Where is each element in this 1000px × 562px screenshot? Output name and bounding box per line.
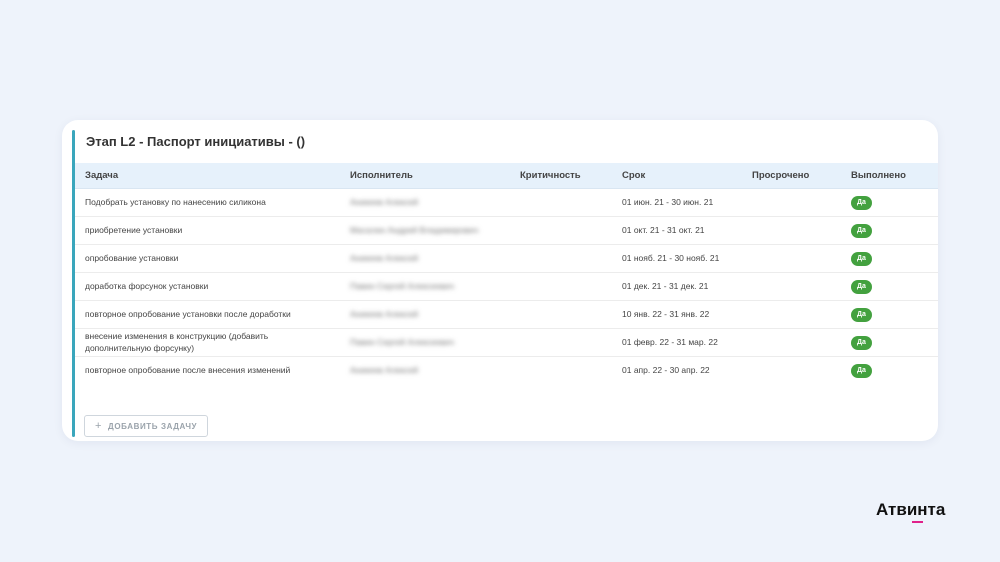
column-header-overdue[interactable]: Просрочено bbox=[742, 163, 841, 189]
done-badge: Да bbox=[851, 363, 872, 378]
tasks-table: Задача Исполнитель Критичность Срок Прос… bbox=[75, 163, 938, 384]
assignee-cell: Аникеев Алексей bbox=[340, 244, 510, 273]
deadline-cell: 01 нояб. 21 - 30 нояб. 21 bbox=[612, 244, 742, 273]
task-cell: внесение изменения в конструкцию (добави… bbox=[75, 328, 340, 357]
overdue-cell bbox=[742, 216, 841, 245]
task-cell: повторное опробование после внесения изм… bbox=[85, 365, 291, 376]
deadline-cell: 01 дек. 21 - 31 дек. 21 bbox=[612, 272, 742, 301]
criticality-cell bbox=[510, 188, 612, 217]
criticality-cell bbox=[510, 300, 612, 329]
overdue-cell bbox=[742, 244, 841, 273]
table-header-row: Задача Исполнитель Критичность Срок Прос… bbox=[75, 163, 938, 189]
overdue-cell bbox=[742, 188, 841, 217]
deadline-cell: 01 апр. 22 - 30 апр. 22 bbox=[622, 365, 710, 376]
deadline-cell: 01 июн. 21 - 30 июн. 21 bbox=[612, 188, 742, 217]
assignee-cell: Аникеев Алексей bbox=[350, 365, 419, 376]
assignee-cell: Павин Сергей Алексеевич bbox=[340, 328, 510, 357]
task-cell: приобретение установки bbox=[75, 216, 340, 245]
table-row[interactable]: Подобрать установку по нанесению силикон… bbox=[75, 188, 938, 217]
task-cell: доработка форсунок установки bbox=[75, 272, 340, 301]
brand-logo: Атвинта bbox=[876, 500, 946, 519]
done-badge: Да bbox=[851, 195, 872, 210]
column-header-task[interactable]: Задача bbox=[75, 163, 340, 189]
done-cell: Да bbox=[841, 328, 938, 357]
deadline-cell: 10 янв. 22 - 31 янв. 22 bbox=[612, 300, 742, 329]
overdue-cell bbox=[742, 272, 841, 301]
assignee-cell: Павин Сергей Алексеевич bbox=[340, 272, 510, 301]
criticality-cell bbox=[510, 244, 612, 273]
column-header-assignee[interactable]: Исполнитель bbox=[340, 163, 510, 189]
criticality-cell bbox=[510, 216, 612, 245]
overdue-cell bbox=[742, 356, 841, 384]
table-row[interactable]: доработка форсунок установки Павин Серге… bbox=[75, 272, 938, 301]
overdue-cell bbox=[742, 328, 841, 357]
task-cell: повторное опробование установки после до… bbox=[75, 300, 340, 329]
column-header-deadline[interactable]: Срок bbox=[612, 163, 742, 189]
overdue-cell bbox=[742, 300, 841, 329]
tasks-table-wrapper: Задача Исполнитель Критичность Срок Прос… bbox=[75, 163, 938, 384]
table-row[interactable]: внесение изменения в конструкцию (добави… bbox=[75, 328, 938, 357]
add-task-label: ДОБАВИТЬ ЗАДАЧУ bbox=[108, 421, 198, 431]
criticality-cell bbox=[510, 328, 612, 357]
done-cell: Да bbox=[841, 300, 938, 329]
assignee-cell: Аникеев Алексей bbox=[340, 188, 510, 217]
table-row[interactable]: повторное опробование после внесения изм… bbox=[75, 356, 938, 384]
task-cell: Подобрать установку по нанесению силикон… bbox=[75, 188, 340, 217]
plus-icon: + bbox=[95, 420, 103, 432]
column-header-done[interactable]: Выполнено bbox=[841, 163, 938, 189]
criticality-cell bbox=[510, 272, 612, 301]
done-cell: Да bbox=[841, 188, 938, 217]
done-badge: Да bbox=[851, 251, 872, 266]
done-badge: Да bbox=[851, 307, 872, 322]
done-badge: Да bbox=[851, 335, 872, 350]
assignee-cell: Масалин Андрей Владимирович bbox=[340, 216, 510, 245]
done-cell: Да bbox=[841, 244, 938, 273]
card-title: Этап L2 - Паспорт инициативы - () bbox=[86, 134, 306, 149]
deadline-cell: 01 февр. 22 - 31 мар. 22 bbox=[612, 328, 742, 357]
done-cell: Да bbox=[841, 216, 938, 245]
add-task-button[interactable]: + ДОБАВИТЬ ЗАДАЧУ bbox=[84, 415, 209, 437]
done-badge: Да bbox=[851, 223, 872, 238]
initiative-card: Этап L2 - Паспорт инициативы - () Задача… bbox=[62, 120, 938, 441]
deadline-cell: 01 окт. 21 - 31 окт. 21 bbox=[612, 216, 742, 245]
task-cell: опробование установки bbox=[75, 244, 340, 273]
column-header-criticality[interactable]: Критичность bbox=[510, 163, 612, 189]
table-row[interactable]: опробование установки Аникеев Алексей 01… bbox=[75, 244, 938, 273]
done-badge: Да bbox=[851, 279, 872, 294]
done-cell: Да bbox=[841, 272, 938, 301]
brand-logo-accent bbox=[912, 521, 923, 523]
assignee-cell: Аникеев Алексей bbox=[340, 300, 510, 329]
table-row[interactable]: приобретение установки Масалин Андрей Вл… bbox=[75, 216, 938, 245]
table-row[interactable]: повторное опробование установки после до… bbox=[75, 300, 938, 329]
done-cell: Да bbox=[841, 356, 938, 384]
criticality-cell bbox=[510, 356, 612, 384]
